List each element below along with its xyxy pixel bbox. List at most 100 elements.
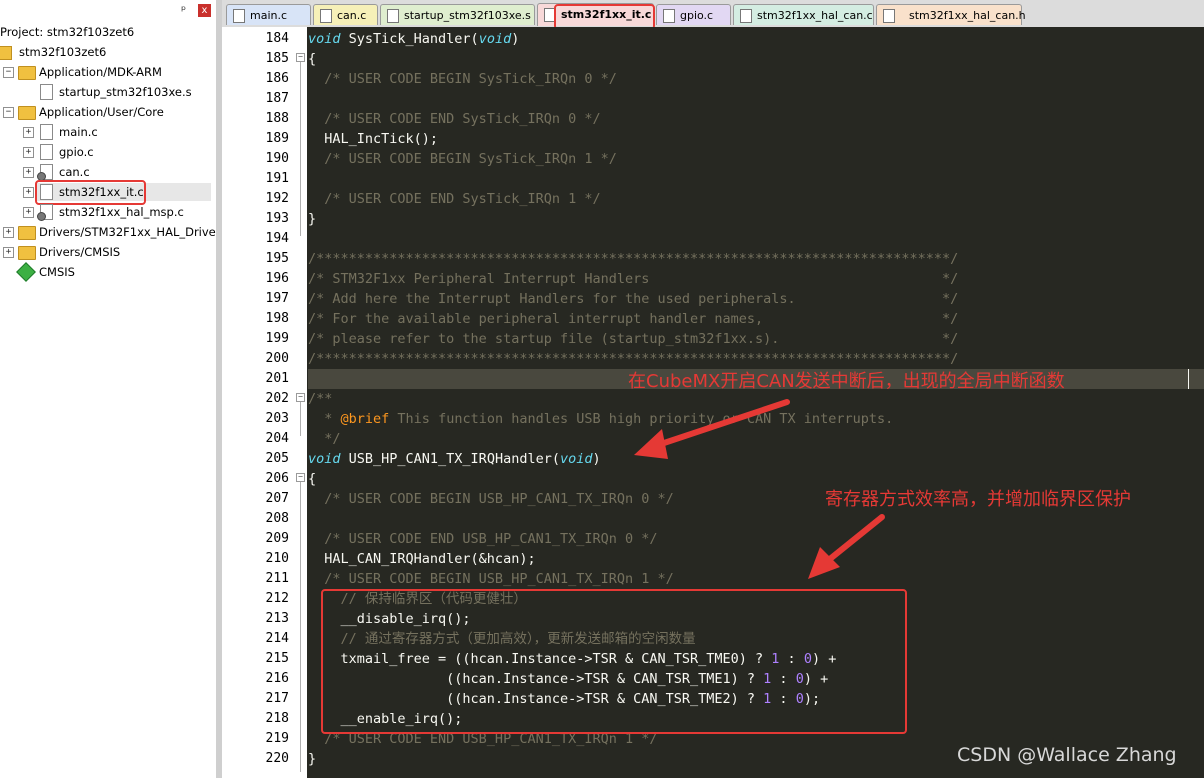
tree-item-main-c[interactable]: + main.c	[0, 123, 210, 141]
code-line-220: }	[308, 751, 317, 767]
fold-icon[interactable]: −	[296, 473, 305, 482]
arrow-to-critical-section	[808, 514, 885, 579]
line-number: 189	[265, 131, 289, 146]
annotation-bottom: 寄存器方式效率高，并增加临界区保护	[825, 489, 1131, 510]
code-line-189: HAL_IncTick();	[308, 131, 439, 147]
code-line-200: /***************************************…	[308, 351, 959, 367]
code-line-186: /* USER CODE BEGIN SysTick_IRQn 0 */	[308, 71, 617, 87]
fold-guide	[300, 482, 301, 772]
code-line-197: /* Add here the Interrupt Handlers for t…	[308, 291, 959, 307]
line-number: 193	[265, 211, 289, 226]
fold-icon[interactable]: −	[296, 53, 305, 62]
watermark: CSDN @Wallace Zhang	[957, 744, 1177, 766]
fold-guide	[300, 402, 301, 436]
project-title: Project: stm32f103zet6	[0, 25, 135, 39]
tree-item-label: can.c	[59, 165, 90, 179]
folder-open-icon	[18, 106, 36, 120]
expand-icon[interactable]: +	[23, 207, 34, 218]
tab-main-c[interactable]: main.c	[226, 4, 311, 25]
expand-icon[interactable]: +	[23, 147, 34, 158]
line-number: 190	[265, 151, 289, 166]
line-number: 205	[265, 451, 289, 466]
line-number: 214	[265, 631, 289, 646]
line-number: 203	[265, 411, 289, 426]
tab-startup-s[interactable]: startup_stm32f103xe.s	[380, 4, 535, 25]
editor-tab-bar: main.c can.c startup_stm32f103xe.s stm32…	[222, 0, 1204, 30]
project-panel-header: ᵖ x	[0, 0, 216, 25]
tab-hal-can-c[interactable]: stm32f1xx_hal_can.c	[733, 4, 874, 25]
expand-icon[interactable]: +	[23, 127, 34, 138]
file-icon	[40, 144, 53, 160]
tab-hal-can-h[interactable]: stm32f1xx_hal_can.h	[876, 4, 1026, 25]
line-number: 198	[265, 311, 289, 326]
line-number: 218	[265, 711, 289, 726]
line-number: 211	[265, 571, 289, 586]
tree-item-label: Drivers/STM32F1xx_HAL_Driver	[39, 225, 216, 239]
code-line-196: /* STM32F1xx Peripheral Interrupt Handle…	[308, 271, 959, 287]
tree-item-can-c[interactable]: + can.c	[0, 163, 210, 181]
cmsis-component-icon	[16, 262, 36, 282]
line-number: 204	[265, 431, 289, 446]
code-line-199: /* please refer to the startup file (sta…	[308, 331, 959, 347]
code-line-205: void USB_HP_CAN1_TX_IRQHandler(void)	[308, 451, 601, 467]
file-icon	[387, 9, 399, 23]
file-icon	[320, 9, 332, 23]
fold-guide	[300, 62, 301, 236]
expand-icon[interactable]: +	[23, 167, 34, 178]
highlight-box-critical-section	[321, 589, 907, 734]
tree-item-gpio-c[interactable]: + gpio.c	[0, 143, 210, 161]
line-number: 212	[265, 591, 289, 606]
file-gear-icon	[37, 204, 53, 221]
code-line-195: /***************************************…	[308, 251, 959, 267]
line-number: 200	[265, 351, 289, 366]
code-line-207: /* USER CODE BEGIN USB_HP_CAN1_TX_IRQn 0…	[308, 491, 674, 507]
tab-label: stm32f1xx_hal_can.c	[757, 9, 873, 22]
tree-item-startup-file[interactable]: startup_stm32f103xe.s	[0, 83, 210, 101]
code-line-210: HAL_CAN_IRQHandler(&hcan);	[308, 551, 536, 567]
file-icon	[663, 9, 675, 23]
line-number: 186	[265, 71, 289, 86]
tree-item-application-mdk-arm[interactable]: − Application/MDK-ARM	[0, 63, 210, 81]
folder-icon	[18, 246, 36, 260]
expand-icon[interactable]: +	[3, 227, 14, 238]
code-editor[interactable]: 184 185 186 187 188 189 190 191 192 193 194 195 196 1…	[222, 27, 1204, 778]
tree-item-label: main.c	[59, 125, 98, 139]
collapse-icon[interactable]: −	[3, 107, 14, 118]
tree-item-drivers-cmsis[interactable]: + Drivers/CMSIS	[0, 243, 210, 261]
line-number: 219	[265, 731, 289, 746]
line-number: 184	[265, 31, 289, 46]
file-icon	[40, 84, 53, 100]
tree-item-hal-msp-c[interactable]: + stm32f1xx_hal_msp.c	[0, 203, 210, 221]
tab-can-c[interactable]: can.c	[313, 4, 378, 25]
code-line-198: /* For the available peripheral interrup…	[308, 311, 959, 327]
collapse-icon[interactable]: −	[3, 67, 14, 78]
line-number: 209	[265, 531, 289, 546]
code-line-192: /* USER CODE END SysTick_IRQn 1 */	[308, 191, 601, 207]
fold-icon[interactable]: −	[296, 393, 305, 402]
highlight-box-tree-item	[35, 180, 146, 205]
tree-item-label: stm32f103zet6	[19, 45, 107, 59]
line-number: 201	[265, 371, 289, 386]
line-number: 210	[265, 551, 289, 566]
tab-gpio-c[interactable]: gpio.c	[656, 4, 731, 25]
project-panel: ᵖ x Project: stm32f103zet6 stm32f103zet6…	[0, 0, 216, 778]
line-number: 217	[265, 691, 289, 706]
tree-item-label: Application/User/Core	[39, 105, 164, 119]
tree-item-cmsis[interactable]: CMSIS	[0, 262, 210, 282]
code-line-202: /**	[308, 391, 333, 407]
expand-icon[interactable]: +	[23, 187, 34, 198]
pin-icon[interactable]: ᵖ	[181, 3, 186, 17]
expand-icon[interactable]: +	[3, 247, 14, 258]
line-number: 207	[265, 491, 289, 506]
close-icon[interactable]: x	[198, 4, 211, 17]
tree-item-hal-driver[interactable]: + Drivers/STM32F1xx_HAL_Driver	[0, 223, 216, 241]
code-line-185: {	[308, 51, 317, 67]
line-number: 197	[265, 291, 289, 306]
file-icon	[40, 124, 53, 140]
project-icon	[0, 46, 12, 60]
tree-item-project-root[interactable]: stm32f103zet6	[0, 43, 210, 61]
tree-item-application-user-core[interactable]: − Application/User/Core	[0, 103, 210, 121]
line-number: 187	[265, 91, 289, 106]
code-line-203: * @brief This function handles USB high …	[308, 411, 894, 427]
line-number: 215	[265, 651, 289, 666]
